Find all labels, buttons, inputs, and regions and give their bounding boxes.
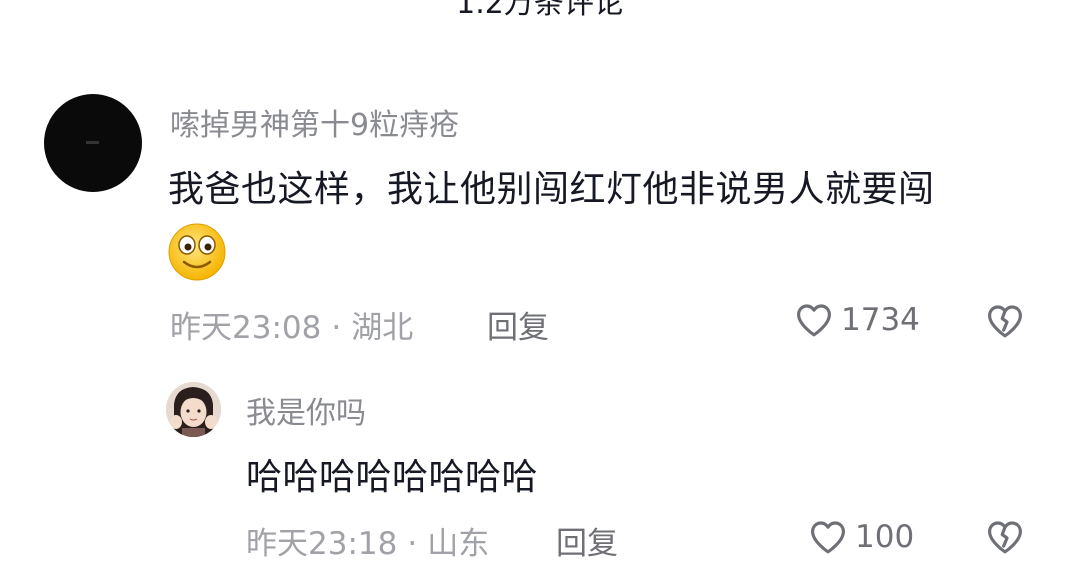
smiling-face-emoji [168,223,226,281]
reply-like-button[interactable]: 100 [807,516,914,558]
broken-heart-icon[interactable] [984,516,1026,558]
reply-avatar[interactable] [166,382,221,437]
reply-button[interactable]: 回复 [487,302,549,347]
comment-time: 昨天23:08 [170,310,322,346]
heart-outline-icon [811,521,845,554]
like-count: 1734 [841,302,920,338]
reply-username[interactable]: 我是你吗 [246,388,366,432]
avatar[interactable] [44,94,142,192]
like-button[interactable]: 1734 [793,299,920,341]
avatar-mark [86,141,99,144]
meta-separator: · [331,310,342,346]
reply-avatar-image [166,382,221,437]
reply-reply-button[interactable]: 回复 [556,518,618,563]
heart-outline-icon [797,304,831,337]
comment-count-header: 1.2万条评论 [456,0,624,21]
reply-meta: 昨天23:18 · 山东 [246,518,489,563]
meta-separator: · [407,526,418,562]
reply-time: 昨天23:18 [246,526,398,562]
reply-text: 哈哈哈哈哈哈哈哈 [246,457,539,498]
comment-page: 1.2万条评论 嗦掉男神第十9粒痔疮 我爸也这样，我让他别闯红灯他非说男人就要闯… [0,0,1080,566]
broken-heart-icon[interactable] [984,300,1026,342]
reply-like-count: 100 [855,519,915,555]
comment-text: 我爸也这样，我让他别闯红灯他非说男人就要闯 [168,169,935,210]
comment-username[interactable]: 嗦掉男神第十9粒痔疮 [170,100,459,144]
comment-location: 湖北 [351,310,414,346]
comment-meta: 昨天23:08 · 湖北 [170,302,413,347]
reply-location: 山东 [427,526,490,562]
